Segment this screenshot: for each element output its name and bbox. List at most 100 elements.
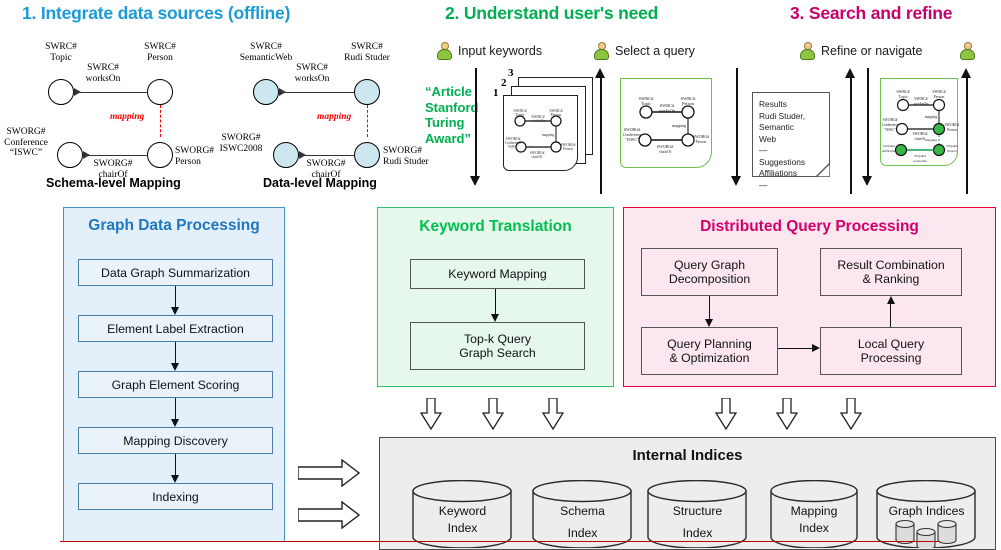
- stack-number-2: 2: [501, 77, 507, 89]
- block-arrow-down-1: [419, 397, 443, 435]
- svg-text:Affiliation: Affiliation: [882, 149, 897, 153]
- flow-arrow-down-1: [470, 68, 480, 186]
- step-query-planning-optimization[interactable]: Query Planning & Optimization: [641, 327, 778, 375]
- svg-text:SWORG#: SWORG#: [883, 118, 898, 122]
- svg-text:mapping: mapping: [925, 138, 937, 142]
- svg-text:SWORG#: SWORG#: [913, 132, 928, 136]
- mini-graph-svg: SWRC# Topic SWRC# Person SWRC# worksOn m…: [505, 108, 576, 159]
- svg-text:Person: Person: [947, 149, 957, 153]
- edge-label-workson: SWRC# worksOn: [85, 63, 121, 84]
- step-element-label-extraction[interactable]: Element Label Extraction: [78, 315, 273, 342]
- index-label-mapping-1: Mapping: [790, 504, 838, 518]
- graph-edge-workson: [74, 92, 147, 93]
- step-result-combination-ranking[interactable]: Result Combination & Ranking: [820, 248, 962, 296]
- person-icon: [960, 42, 975, 60]
- step-arrow-4: [171, 454, 180, 483]
- svg-text:Person: Person: [682, 101, 695, 106]
- schema-level-mapping-graph: SWRC# Topic SWRC# Person SWRC# worksOn m…: [0, 38, 214, 190]
- user-select-query: Select a query: [594, 42, 695, 60]
- node-label-conference: SWORG# Conference “ISWC”: [4, 127, 48, 158]
- panel-distributed-query-processing: Distributed Query Processing Query Graph…: [623, 207, 996, 387]
- step-query-graph-decomposition[interactable]: Query Graph Decomposition: [641, 248, 778, 296]
- mapping-label: mapping: [110, 112, 145, 122]
- index-cylinder-keyword[interactable]: Keyword Index: [412, 479, 513, 549]
- step-indexing[interactable]: Indexing: [78, 483, 273, 510]
- svg-text:worksOn: worksOn: [531, 118, 546, 123]
- node-label-topic: SWRC# Topic: [45, 42, 77, 63]
- svg-text:Person: Person: [563, 147, 573, 151]
- section-3-title: 3. Search and refine: [790, 3, 953, 23]
- svg-text:Conference: Conference: [882, 123, 899, 127]
- step-data-graph-summarization[interactable]: Data Graph Summarization: [78, 259, 273, 286]
- svg-text:Person: Person: [934, 94, 945, 99]
- flow-arrow-up-2: [845, 68, 855, 194]
- index-label-keyword-1: Keyword: [438, 504, 487, 518]
- graph-node-person-bottom: [147, 142, 173, 168]
- svg-text:mapping: mapping: [542, 133, 555, 137]
- arrowhead-workson: [74, 88, 81, 96]
- selected-query-paper[interactable]: SWRC# Topic SWRC# Person SWRC# worksOn m…: [620, 78, 712, 168]
- step-mapping-discovery[interactable]: Mapping Discovery: [78, 427, 273, 454]
- step-topk-query-graph-search[interactable]: Top-k Query Graph Search: [410, 322, 585, 370]
- step-keyword-mapping[interactable]: Keyword Mapping: [410, 259, 585, 289]
- query-candidate-stack[interactable]: 3 2 1 SWRC# Topic SWRC# Person SWRC# wor…: [493, 68, 598, 175]
- panel-title-graph-data-processing: Graph Data Processing: [88, 217, 260, 234]
- block-arrow-down-5: [775, 397, 799, 435]
- person-icon: [594, 42, 609, 60]
- note-fold-corner: [816, 163, 830, 177]
- arrowhead-chairof: [83, 151, 90, 159]
- index-cylinder-mapping[interactable]: Mapping Index: [770, 479, 858, 549]
- flow-arrow-up-3: [961, 68, 971, 194]
- flow-arrow-down-3: [862, 68, 872, 186]
- person-icon: [800, 42, 815, 60]
- internal-indices-title: Internal Indices: [632, 447, 743, 464]
- svg-text:"ISWC": "ISWC": [884, 128, 896, 132]
- svg-text:chairOf: chairOf: [659, 149, 672, 154]
- svg-text:worksOn: worksOn: [659, 108, 676, 113]
- flow-arrow-down-2: [731, 68, 741, 186]
- svg-text:Person: Person: [551, 112, 562, 117]
- block-arrow-right-1: [297, 458, 361, 492]
- graph-node-topic: [48, 79, 74, 105]
- index-cylinder-schema[interactable]: Schema Index: [532, 479, 633, 549]
- svg-text:Topic: Topic: [641, 101, 651, 106]
- index-cylinder-graph-indices[interactable]: Graph Indices: [876, 479, 977, 550]
- graph-node-person-top: [147, 79, 173, 105]
- index-label-schema-1: Schema: [560, 504, 605, 518]
- step-local-query-processing[interactable]: Local Query Processing: [820, 327, 962, 375]
- person-icon: [437, 42, 452, 60]
- svg-text:SWpub#: SWpub#: [914, 154, 926, 158]
- node-label-person-top: SWRC# Person: [144, 42, 176, 63]
- user-label-input-keywords: Input keywords: [458, 44, 543, 58]
- mapping-dashed-line: [160, 105, 161, 137]
- panel-title-distributed-query-processing: Distributed Query Processing: [700, 218, 919, 235]
- results-note[interactable]: Results Rudi Studer, Semantic Web — Sugg…: [752, 92, 830, 190]
- index-cylinder-structure[interactable]: Structure Index: [647, 479, 748, 549]
- svg-text:SWpub#: SWpub#: [946, 144, 958, 148]
- refined-query-paper[interactable]: SWRC# Topic SWRC# Person SWRC# worksOn m…: [880, 78, 960, 166]
- step-arrow-1: [171, 286, 180, 315]
- svg-text:SWpub#: SWpub#: [883, 144, 895, 148]
- svg-text:"ISWC": "ISWC": [625, 137, 639, 142]
- user-label-select-query: Select a query: [615, 44, 695, 58]
- dqp-arrow-down: [705, 296, 714, 327]
- flow-arrow-up-1: [595, 68, 605, 194]
- svg-text:worksOn: worksOn: [914, 101, 929, 106]
- selected-query-graph-svg: SWRC# Topic SWRC# Person SWRC# worksOn m…: [623, 96, 709, 154]
- node-label-iswc2008: SWORG# ISWC2008: [219, 133, 263, 154]
- query-paper-1[interactable]: SWRC# Topic SWRC# Person SWRC# worksOn m…: [503, 95, 578, 171]
- graph-node-rudi-top: [354, 79, 380, 105]
- index-label-mapping-2: Index: [799, 521, 829, 535]
- index-label-keyword-2: Index: [447, 521, 478, 535]
- graph-node-semanticweb: [253, 79, 279, 105]
- block-arrow-right-2: [297, 500, 361, 534]
- data-mapping-caption: Data-level Mapping: [263, 176, 377, 190]
- step-graph-element-scoring[interactable]: Graph Element Scoring: [78, 371, 273, 398]
- mapping-label-data: mapping: [317, 112, 352, 122]
- graph-edge-chairof-data: [299, 155, 354, 156]
- block-arrow-down-4: [714, 397, 738, 435]
- internal-indices-panel: Internal Indices Keyword Index Schema In…: [379, 437, 996, 550]
- arrowhead-workson-data: [279, 88, 286, 96]
- node-label-semanticweb: SWRC# SemanticWeb: [239, 42, 293, 63]
- graph-edge-chairof: [83, 155, 147, 156]
